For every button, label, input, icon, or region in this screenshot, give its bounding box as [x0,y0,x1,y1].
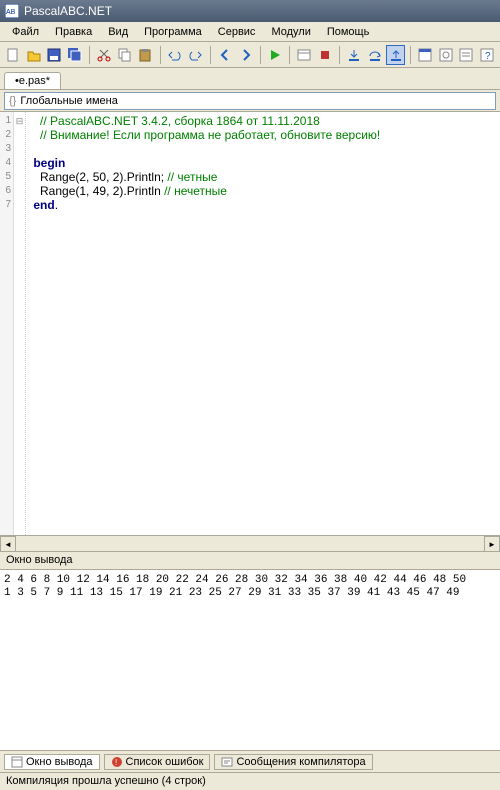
svg-text:?: ? [485,51,491,62]
toolbar-separator [289,46,290,64]
toolbar: ? [0,42,500,68]
app-icon: AB [4,3,20,19]
messages-tab-icon [221,756,233,768]
fold-toggle-icon[interactable]: ⊟ [14,114,25,128]
toolbar-separator [89,46,90,64]
app-title: PascalABC.NET [24,4,112,18]
output-tab-icon [11,756,23,768]
options-icon[interactable] [457,45,476,65]
line-number: 3 [0,142,11,156]
output-panel-title: Окно вывода [0,552,500,570]
menu-edit[interactable]: Правка [47,24,100,40]
compile-icon[interactable] [295,45,314,65]
line-number: 7 [0,198,11,212]
tab-output[interactable]: Окно вывода [4,754,100,770]
line-number: 6 [0,184,11,198]
file-tabs: •e.pas* [0,68,500,90]
menu-modules[interactable]: Модули [263,24,318,40]
menu-view[interactable]: Вид [100,24,136,40]
line-number: 1 [0,114,11,128]
scroll-right-icon[interactable]: ► [484,536,500,552]
scope-label: Глобальные имена [20,95,118,107]
redo-icon[interactable] [186,45,205,65]
open-file-icon[interactable] [25,45,44,65]
undo-icon[interactable] [166,45,185,65]
cut-icon[interactable] [95,45,114,65]
scope-dropdown[interactable]: {} Глобальные имена [4,92,496,110]
save-all-icon[interactable] [66,45,85,65]
copy-icon[interactable] [116,45,135,65]
toolbar-separator [210,46,211,64]
step-out-icon[interactable] [386,45,405,65]
line-number: 5 [0,170,11,184]
line-number: 4 [0,156,11,170]
horizontal-scrollbar[interactable]: ◄ ► [0,535,500,551]
nav-forward-icon[interactable] [236,45,255,65]
new-file-icon[interactable] [4,45,23,65]
toolbar-separator [339,46,340,64]
tab-compiler-messages[interactable]: Сообщения компилятора [214,754,372,770]
paste-icon[interactable] [136,45,155,65]
title-bar: AB PascalABC.NET [0,0,500,22]
toolbar-separator [410,46,411,64]
save-icon[interactable] [45,45,64,65]
form-designer-icon[interactable] [416,45,435,65]
svg-text:!: ! [115,758,117,767]
step-over-icon[interactable] [366,45,385,65]
error-tab-icon: ! [111,756,123,768]
line-number: 2 [0,128,11,142]
fold-gutter: ⊟ [14,112,26,551]
help-icon[interactable]: ? [478,45,497,65]
status-bar: Компиляция прошла успешно (4 строк) [0,772,500,790]
code-content[interactable]: // PascalABC.NET 3.4.2, сборка 1864 от 1… [26,112,500,551]
menu-service[interactable]: Сервис [210,24,264,40]
tab-errors[interactable]: ! Список ошибок [104,754,211,770]
toolbar-separator [260,46,261,64]
bottom-tab-bar: Окно вывода ! Список ошибок Сообщения ко… [0,750,500,772]
braces-icon: {} [9,95,16,107]
menu-help[interactable]: Помощь [319,24,378,40]
tab-file[interactable]: •e.pas* [4,72,61,89]
scroll-left-icon[interactable]: ◄ [0,536,16,552]
line-number-gutter: 1 2 3 4 5 6 7 [0,112,14,551]
scope-dropdown-row: {} Глобальные имена [0,90,500,112]
toolbar-separator [160,46,161,64]
code-editor[interactable]: 1 2 3 4 5 6 7 ⊟ // PascalABC.NET 3.4.2, … [0,112,500,552]
settings-icon[interactable] [436,45,455,65]
nav-back-icon[interactable] [216,45,235,65]
run-icon[interactable] [266,45,285,65]
svg-text:AB: AB [6,9,16,16]
menu-bar: Файл Правка Вид Программа Сервис Модули … [0,22,500,42]
output-panel[interactable]: 2 4 6 8 10 12 14 16 18 20 22 24 26 28 30… [0,570,500,750]
stop-icon[interactable] [316,45,335,65]
menu-file[interactable]: Файл [4,24,47,40]
menu-program[interactable]: Программа [136,24,210,40]
step-into-icon[interactable] [345,45,364,65]
